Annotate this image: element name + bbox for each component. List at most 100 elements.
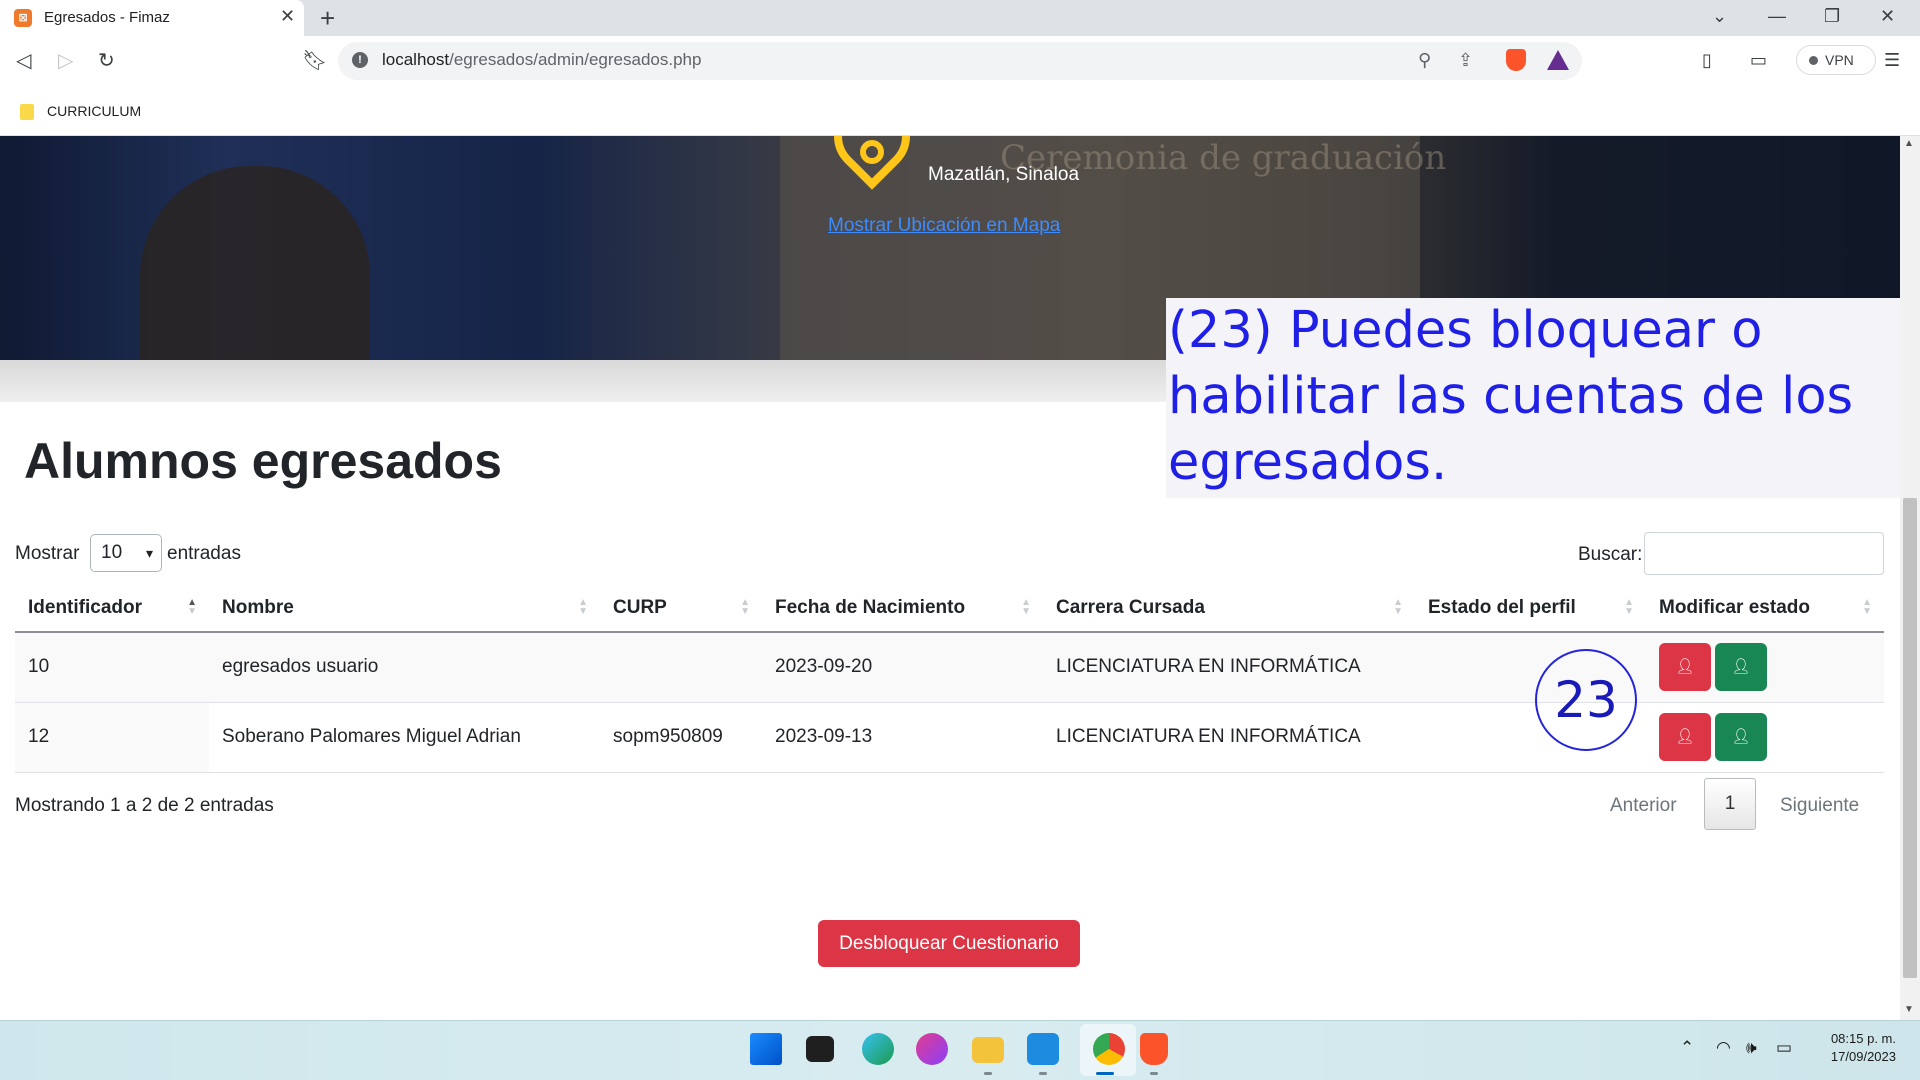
- tab-title: Egresados - Fimaz: [44, 9, 170, 26]
- length-label-after: entradas: [167, 543, 241, 564]
- running-indicator: [1039, 1072, 1047, 1075]
- scroll-down-icon[interactable]: ▼: [1904, 1004, 1914, 1015]
- graduate-photo: [140, 166, 370, 360]
- back-icon[interactable]: ◁: [16, 48, 31, 73]
- col-modificar[interactable]: Modificar estado ▲ ▼: [1646, 584, 1884, 633]
- user-check-icon: 👤︎: [1731, 658, 1751, 676]
- wifi-icon[interactable]: ◠: [1716, 1038, 1731, 1058]
- sidebar-icon[interactable]: ▯: [1702, 50, 1712, 71]
- tab-search-icon[interactable]: ⌄: [1712, 6, 1727, 27]
- sort-icon: ▲ ▼: [1393, 597, 1403, 617]
- wallet-icon[interactable]: ▭: [1750, 50, 1767, 71]
- menu-icon[interactable]: ☰: [1884, 50, 1900, 71]
- window-close-icon[interactable]: ✕: [1880, 6, 1895, 27]
- bookmark-icon[interactable]: 🔖︎: [302, 48, 327, 73]
- minimize-icon[interactable]: —: [1768, 6, 1786, 27]
- cell-carrera: LICENCIATURA EN INFORMÁTICA: [1043, 632, 1415, 703]
- scroll-up-icon[interactable]: ▲: [1904, 138, 1914, 149]
- cell-actions: 👤︎ 👤︎: [1646, 632, 1884, 703]
- close-tab-icon[interactable]: ✕: [280, 6, 295, 27]
- edge-icon[interactable]: [862, 1033, 894, 1065]
- clock-time: 08:15 p. m.: [1830, 1031, 1896, 1046]
- file-explorer-icon[interactable]: [972, 1037, 1004, 1063]
- location-text: Mazatlán, Sinaloa: [928, 164, 1080, 185]
- vpn-button[interactable]: VPN: [1796, 45, 1876, 75]
- unlock-questionnaire-button[interactable]: Desbloquear Cuestionario: [818, 920, 1080, 967]
- share-icon[interactable]: ⇪: [1458, 50, 1473, 71]
- sort-icon: ▲ ▼: [187, 597, 197, 617]
- reload-icon[interactable]: ↻: [98, 48, 115, 73]
- bookmark-curriculum[interactable]: CURRICULUM: [47, 103, 141, 119]
- cell-fecha: 2023-09-13: [762, 702, 1043, 773]
- clock-date: 17/09/2023: [1830, 1049, 1896, 1064]
- cell-carrera: LICENCIATURA EN INFORMÁTICA: [1043, 702, 1415, 773]
- cell-nombre: Soberano Palomares Miguel Adrian: [209, 702, 600, 773]
- col-carrera[interactable]: Carrera Cursada ▲ ▼: [1043, 584, 1415, 633]
- system-clock[interactable]: 08:15 p. m. 17/09/2023: [1810, 1030, 1896, 1066]
- length-label: Mostrar: [15, 543, 80, 564]
- brave-shields-icon[interactable]: [1506, 49, 1526, 71]
- bookmarks-bar: [0, 86, 1920, 136]
- map-link[interactable]: Mostrar Ubicación en Mapa: [828, 215, 1060, 237]
- restore-icon[interactable]: ❐: [1824, 6, 1840, 27]
- show-hidden-icons-icon[interactable]: ⌃: [1680, 1038, 1694, 1058]
- pagination-next[interactable]: Siguiente: [1780, 795, 1859, 817]
- url-text[interactable]: localhost/egresados/admin/egresados.php: [382, 50, 701, 70]
- brave-rewards-icon[interactable]: [1547, 50, 1569, 70]
- wps-icon[interactable]: [916, 1033, 948, 1065]
- user-check-icon: 👤︎: [1731, 728, 1751, 745]
- volume-icon[interactable]: 🕪︎: [1746, 1038, 1757, 1058]
- enable-user-button[interactable]: 👤︎: [1715, 643, 1767, 692]
- col-fecha[interactable]: Fecha de Nacimiento ▲ ▼: [762, 584, 1043, 633]
- col-estado[interactable]: Estado del perfil ▲ ▼: [1415, 584, 1646, 633]
- running-indicator: [984, 1072, 992, 1075]
- brave-icon[interactable]: [1140, 1033, 1168, 1065]
- chrome-icon[interactable]: [1093, 1033, 1125, 1065]
- running-indicator: [1150, 1072, 1158, 1075]
- sort-icon: ▲ ▼: [740, 597, 750, 617]
- sort-icon: ▲ ▼: [1021, 597, 1031, 617]
- windows-taskbar: [0, 1020, 1920, 1080]
- search-label: Buscar:: [1578, 544, 1643, 565]
- col-curp[interactable]: CURP ▲ ▼: [600, 584, 762, 633]
- tutorial-annotation: (23) Puedes bloquear o habilitar las cue…: [1166, 298, 1900, 498]
- forward-icon[interactable]: ▷: [58, 48, 73, 73]
- battery-icon[interactable]: ▭: [1776, 1038, 1792, 1058]
- location-pin-icon: [830, 136, 914, 202]
- task-view-icon[interactable]: [806, 1036, 834, 1062]
- cell-id: 12: [15, 702, 209, 773]
- folder-icon: [20, 104, 34, 120]
- entries-select[interactable]: 10 ▾: [90, 534, 162, 572]
- active-indicator: [1096, 1072, 1114, 1075]
- cell-fecha: 2023-09-20: [762, 632, 1043, 703]
- cell-curp: sopm950809: [600, 702, 762, 773]
- table-info: Mostrando 1 a 2 de 2 entradas: [15, 795, 274, 816]
- sort-icon: ▲ ▼: [1862, 597, 1872, 617]
- col-identificador[interactable]: Identificador ▲ ▼: [15, 584, 209, 633]
- page-title: Alumnos egresados: [24, 433, 502, 489]
- vscode-icon[interactable]: [1027, 1033, 1059, 1065]
- sort-icon: ▲ ▼: [578, 597, 588, 617]
- block-user-button[interactable]: 👤︎: [1659, 713, 1711, 761]
- zoom-icon[interactable]: ⚲: [1418, 50, 1431, 71]
- start-icon[interactable]: [750, 1033, 782, 1065]
- cell-curp: [600, 632, 762, 703]
- pagination-page-1[interactable]: 1: [1704, 778, 1756, 830]
- block-user-button[interactable]: 👤︎: [1659, 643, 1711, 692]
- new-tab-icon[interactable]: +: [320, 3, 335, 34]
- xampp-favicon-icon: ⊠: [14, 9, 32, 27]
- scrollbar-thumb[interactable]: [1903, 498, 1917, 978]
- browser-tab[interactable]: ⊠ Egresados - Fimaz ✕: [0, 0, 304, 36]
- cell-nombre: egresados usuario: [209, 632, 600, 703]
- cell-id: 10: [15, 632, 209, 703]
- enable-user-button[interactable]: 👤︎: [1715, 713, 1767, 761]
- col-nombre[interactable]: Nombre ▲ ▼: [209, 584, 600, 633]
- search-input[interactable]: [1644, 532, 1884, 575]
- cell-actions: 👤︎ 👤︎: [1646, 702, 1884, 773]
- step-badge: 23: [1535, 649, 1637, 751]
- user-block-icon: 👤︎: [1675, 658, 1695, 676]
- vpn-status-icon: [1809, 56, 1818, 65]
- pagination-previous[interactable]: Anterior: [1610, 795, 1677, 817]
- tab-strip: ⊠ Egresados - Fimaz ✕ + ⌄ — ❐ ✕: [0, 0, 1920, 36]
- site-info-icon[interactable]: !: [352, 52, 368, 68]
